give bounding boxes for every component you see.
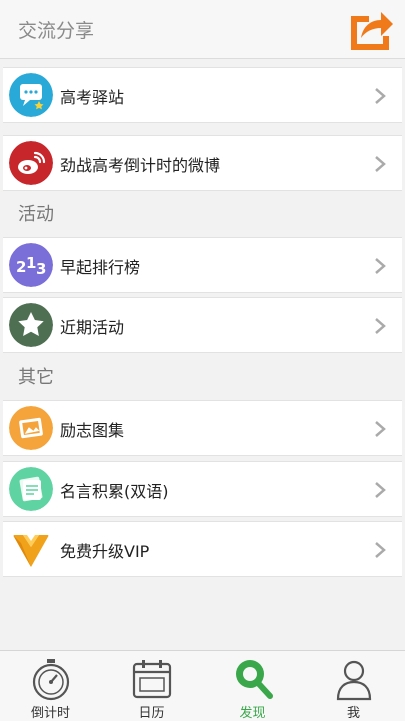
list-item-station[interactable]: 高考驿站 xyxy=(3,67,402,123)
header: 交流分享 xyxy=(0,0,405,59)
star-icon xyxy=(9,303,53,347)
section-title-activities: 活动 xyxy=(18,204,54,225)
chevron-right-icon xyxy=(375,156,386,172)
discover-search-icon xyxy=(236,660,273,699)
share-icon xyxy=(351,12,393,50)
list-item-quotes[interactable]: 名言积累(双语) xyxy=(3,461,402,517)
list-item-recent-activities[interactable]: 近期活动 xyxy=(3,297,402,353)
svg-text:2: 2 xyxy=(16,258,26,276)
chevron-right-icon xyxy=(375,88,386,104)
tab-label: 倒计时 xyxy=(30,706,70,721)
list-item-ranking[interactable]: 2 1 3 早起排行榜 xyxy=(3,237,402,293)
list-item-label: 劲战高考倒计时的微博 xyxy=(60,156,221,175)
list-item-gallery[interactable]: 励志图集 xyxy=(3,400,402,456)
list-item-label: 励志图集 xyxy=(60,421,125,440)
tab-calendar[interactable]: 日历 xyxy=(101,651,202,721)
list-item-vip[interactable]: 免费升级VIP xyxy=(3,521,402,577)
chat-bubble-icon xyxy=(9,73,53,117)
list-item-label: 早起排行榜 xyxy=(60,258,141,277)
tab-label: 日历 xyxy=(138,706,165,721)
notes-icon xyxy=(9,467,53,511)
calendar-icon xyxy=(132,660,172,699)
svg-text:3: 3 xyxy=(36,260,46,278)
chevron-right-icon xyxy=(375,318,386,334)
section-title-others: 其它 xyxy=(18,367,54,388)
tab-countdown[interactable]: 倒计时 xyxy=(0,651,101,721)
list-item-label: 免费升级VIP xyxy=(60,542,150,561)
vip-badge-icon xyxy=(13,535,49,567)
svg-text:1: 1 xyxy=(26,254,36,272)
weibo-icon xyxy=(9,141,53,185)
tab-discover[interactable]: 发现 xyxy=(202,651,303,721)
list-item-weibo[interactable]: 劲战高考倒计时的微博 xyxy=(3,135,402,191)
chevron-right-icon xyxy=(375,421,386,437)
ranking-icon: 2 1 3 xyxy=(9,243,53,287)
chevron-right-icon xyxy=(375,482,386,498)
page-title: 交流分享 xyxy=(18,20,95,42)
chevron-right-icon xyxy=(375,542,386,558)
user-icon xyxy=(336,660,372,701)
list-item-label: 近期活动 xyxy=(60,318,125,337)
stopwatch-icon xyxy=(32,659,70,701)
bottom-tab-bar: 倒计时 日历 发现 我 xyxy=(0,650,405,721)
tab-label: 发现 xyxy=(239,706,266,721)
list-item-label: 高考驿站 xyxy=(60,88,125,107)
chevron-right-icon xyxy=(375,258,386,274)
tab-me[interactable]: 我 xyxy=(303,651,404,721)
gallery-icon xyxy=(9,406,53,450)
share-button[interactable] xyxy=(347,6,395,52)
list-item-label: 名言积累(双语) xyxy=(60,482,169,501)
tab-label: 我 xyxy=(346,706,360,721)
